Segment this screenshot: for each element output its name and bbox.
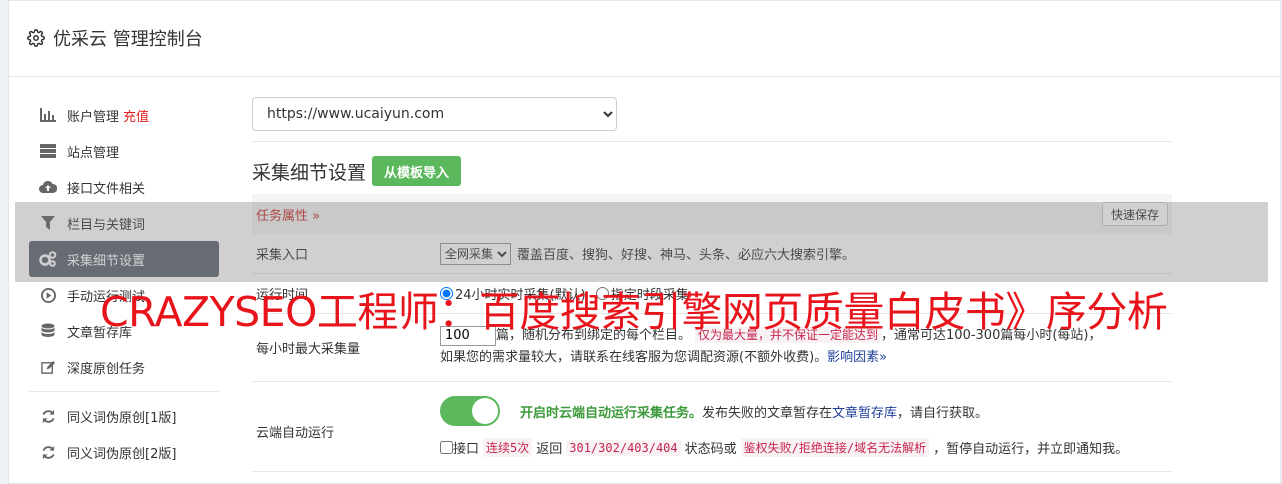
- sidebar-item-collect-settings[interactable]: 采集细节设置: [29, 241, 219, 277]
- row-entry: 采集入口 全网采集 覆盖百度、搜狗、好搜、神马、头条、必应六大搜索引擎。: [252, 234, 1172, 274]
- cloud-text-1: 发布失败的文章暂存在: [702, 405, 833, 421]
- task-attr-row: 任务属性 » 快速保存: [252, 194, 1172, 234]
- server-icon: [39, 142, 57, 160]
- refresh-icon: [39, 443, 57, 461]
- watermark-text: CRAZYSEO工程师：百度搜索引擎网页质量白皮书》序分析: [100, 288, 1168, 336]
- gear-icon: [27, 29, 45, 47]
- cloud-field: 开启时云端自动运行采集任务。 发布失败的文章暂存在 文章暂存库 ，请自行获取。 …: [440, 382, 1172, 471]
- quick-save-button[interactable]: 快速保存: [1101, 202, 1168, 226]
- sidebar-item-columns-keywords[interactable]: 栏目与关键词: [29, 205, 219, 241]
- cloud-line2-b: 返回: [536, 442, 563, 457]
- sidebar-item-label: 账户管理: [67, 109, 120, 125]
- app-title: 优采云 管理控制台: [53, 29, 203, 50]
- refresh-icon: [39, 407, 57, 425]
- site-select[interactable]: https://www.ucaiyun.com: [252, 97, 617, 131]
- cloud-on-text: 开启时云端自动运行采集任务。: [520, 405, 703, 421]
- sidebar-item-label: 接口文件相关: [67, 181, 146, 197]
- divider: [252, 141, 1172, 142]
- sidebar-item-account[interactable]: 账户管理 充值: [29, 97, 219, 133]
- cloud-upload-icon: [39, 178, 57, 196]
- page-title: 优采云 管理控制台: [27, 25, 203, 51]
- import-template-button[interactable]: 从模板导入: [372, 156, 462, 186]
- filter-icon: [39, 214, 57, 232]
- sidebar-item-synonym-v1[interactable]: 同义词伪原创[1版]: [29, 398, 219, 434]
- sidebar-item-synonym-v2[interactable]: 同义词伪原创[2版]: [29, 434, 219, 470]
- cloud-line2-d: ，暂停自动运行，并立即通知我。: [933, 442, 1129, 457]
- cogs-icon: [39, 250, 57, 268]
- entry-field: 全网采集 覆盖百度、搜狗、好搜、神马、头条、必应六大搜索引擎。: [440, 234, 1172, 273]
- cloud-line-2: 接口 连续5次 返回 301/302/403/404 状态码或 鉴权失败/拒绝连…: [440, 438, 1172, 457]
- cloud-label: 云端自动运行: [256, 426, 335, 441]
- sidebar-item-api-files[interactable]: 接口文件相关: [29, 169, 219, 205]
- max-line-2: 如果您的需求量较大，请联系在线客服为您调配资源(不额外收费)。影响因素»: [440, 350, 1172, 366]
- entry-label: 采集入口: [256, 248, 309, 263]
- code-status: 301/302/403/404: [566, 439, 681, 456]
- recharge-link[interactable]: 充值: [123, 106, 149, 125]
- max-text-3: 如果您的需求量较大，请联系在线客服为您调配资源(不额外收费)。: [440, 350, 828, 365]
- sidebar-item-label: 栏目与关键词: [67, 217, 146, 233]
- cloud-text-2: ，请自行获取。: [897, 405, 989, 421]
- task-attr-toggle[interactable]: 任务属性 »: [256, 205, 320, 224]
- cloud-line2-a: 接口: [453, 442, 480, 457]
- influence-factors-link[interactable]: 影响因素»: [827, 350, 887, 365]
- sidebar-item-sites[interactable]: 站点管理: [29, 133, 219, 169]
- code-errors: 鉴权失败/拒绝连接/域名无法解析: [740, 438, 930, 457]
- sidebar-item-label: 采集细节设置: [67, 253, 146, 269]
- article-storage-link[interactable]: 文章暂存库: [832, 402, 897, 421]
- sidebar-item-label: 站点管理: [67, 145, 120, 161]
- entry-select[interactable]: 全网采集: [440, 242, 511, 265]
- database-icon: [39, 322, 57, 340]
- code-consecutive: 连续5次: [483, 438, 533, 457]
- edit-icon: [39, 358, 57, 376]
- section-title: 采集细节设置: [252, 161, 367, 184]
- entry-desc: 覆盖百度、搜狗、好搜、神马、头条、必应六大搜索引擎。: [517, 248, 856, 263]
- pause-notify-checkbox[interactable]: [440, 441, 453, 454]
- toggle-knob: [472, 398, 498, 424]
- sidebar-item-label: 同义词伪原创[2版]: [67, 446, 177, 462]
- cloud-line-1: 开启时云端自动运行采集任务。 发布失败的文章暂存在 文章暂存库 ，请自行获取。: [440, 396, 1172, 426]
- cloud-run-toggle[interactable]: [440, 396, 500, 426]
- console-panel: 优采云 管理控制台 账户管理 充值 站点管理 接口文件相关 栏目与关键词 采集细…: [8, 0, 1281, 484]
- top-bar: 优采云 管理控制台: [9, 1, 1280, 77]
- cloud-line2-c: 状态码或: [684, 442, 737, 457]
- sidebar-item-label: 同义词伪原创[1版]: [67, 410, 177, 426]
- sidebar-item-deep-original[interactable]: 深度原创任务: [29, 349, 219, 385]
- sidebar-divider: [29, 391, 219, 392]
- row-cloud-run: 云端自动运行 开启时云端自动运行采集任务。 发布失败的文章暂存在 文章暂存库 ，…: [252, 382, 1172, 472]
- sidebar-item-label: 深度原创任务: [67, 361, 146, 377]
- play-circle-icon: [39, 286, 57, 304]
- bar-chart-icon: [39, 106, 57, 124]
- section-header: 采集细节设置 从模板导入: [252, 156, 1172, 186]
